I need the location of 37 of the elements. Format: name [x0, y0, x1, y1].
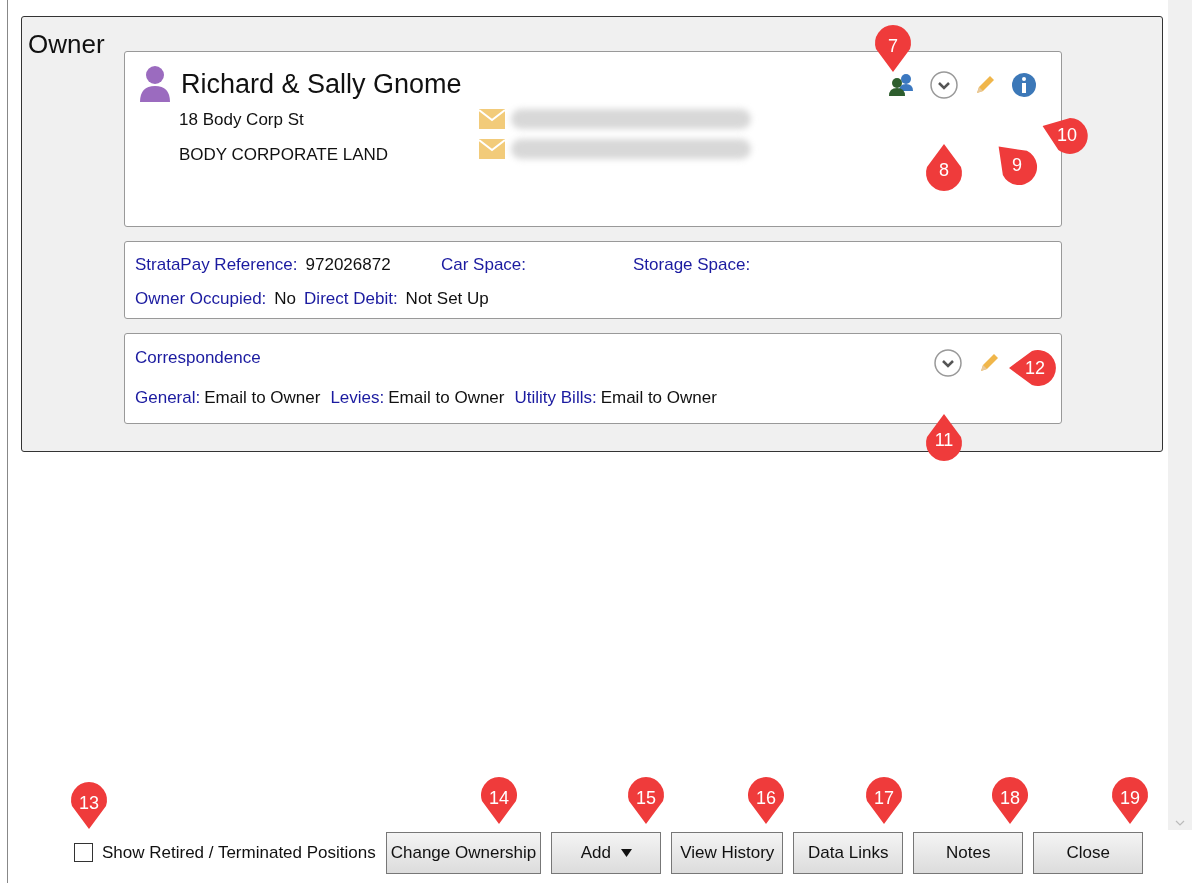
person-icon	[139, 65, 171, 104]
dropdown-button[interactable]: Add	[551, 831, 662, 874]
field-value: Email to Owner	[204, 386, 321, 409]
chevron-down-icon[interactable]	[933, 348, 963, 378]
action-button[interactable]: Notes	[913, 831, 1024, 874]
action-button[interactable]: Change Ownership	[385, 831, 542, 874]
checkbox-label: Show Retired / Terminated Positions	[102, 841, 376, 864]
field-label: Utility Bills:	[514, 386, 597, 409]
field-label: Storage Space:	[633, 254, 751, 276]
action-button[interactable]: View History	[671, 831, 784, 874]
correspondence-title: Correspondence	[135, 348, 261, 367]
field-label: General:	[135, 386, 201, 409]
action-button[interactable]: Data Links	[793, 831, 904, 874]
field-label: StrataPay Reference:	[135, 254, 298, 276]
checkbox[interactable]	[74, 843, 93, 862]
action-button[interactable]: Close	[1033, 831, 1144, 874]
field-value: Email to Owner	[388, 386, 505, 409]
contact-name: Richard & Sally Gnome	[181, 68, 462, 101]
people-icon[interactable]	[887, 73, 915, 97]
section-title: Owner	[27, 28, 105, 61]
scroll-down-icon[interactable]	[1175, 820, 1185, 826]
address-line: 18 Body Corp St	[179, 108, 304, 131]
envelope-icon[interactable]	[479, 138, 505, 159]
address-line: BODY CORPORATE LAND	[179, 144, 389, 166]
scrollbar[interactable]	[1168, 0, 1192, 830]
envelope-icon[interactable]	[479, 108, 505, 129]
chevron-down-icon[interactable]	[929, 70, 959, 100]
field-value: No	[274, 287, 297, 310]
field-label: Direct Debit:	[304, 287, 398, 310]
field-label: Levies:	[330, 386, 385, 409]
field-label: Car Space:	[441, 254, 527, 276]
info-icon[interactable]	[1011, 72, 1037, 98]
field-label: Owner Occupied:	[135, 287, 267, 310]
field-value: Email to Owner	[600, 386, 717, 409]
field-value: 972026872	[305, 254, 391, 276]
caret-icon	[620, 848, 632, 857]
field-value: Not Set Up	[405, 287, 489, 310]
